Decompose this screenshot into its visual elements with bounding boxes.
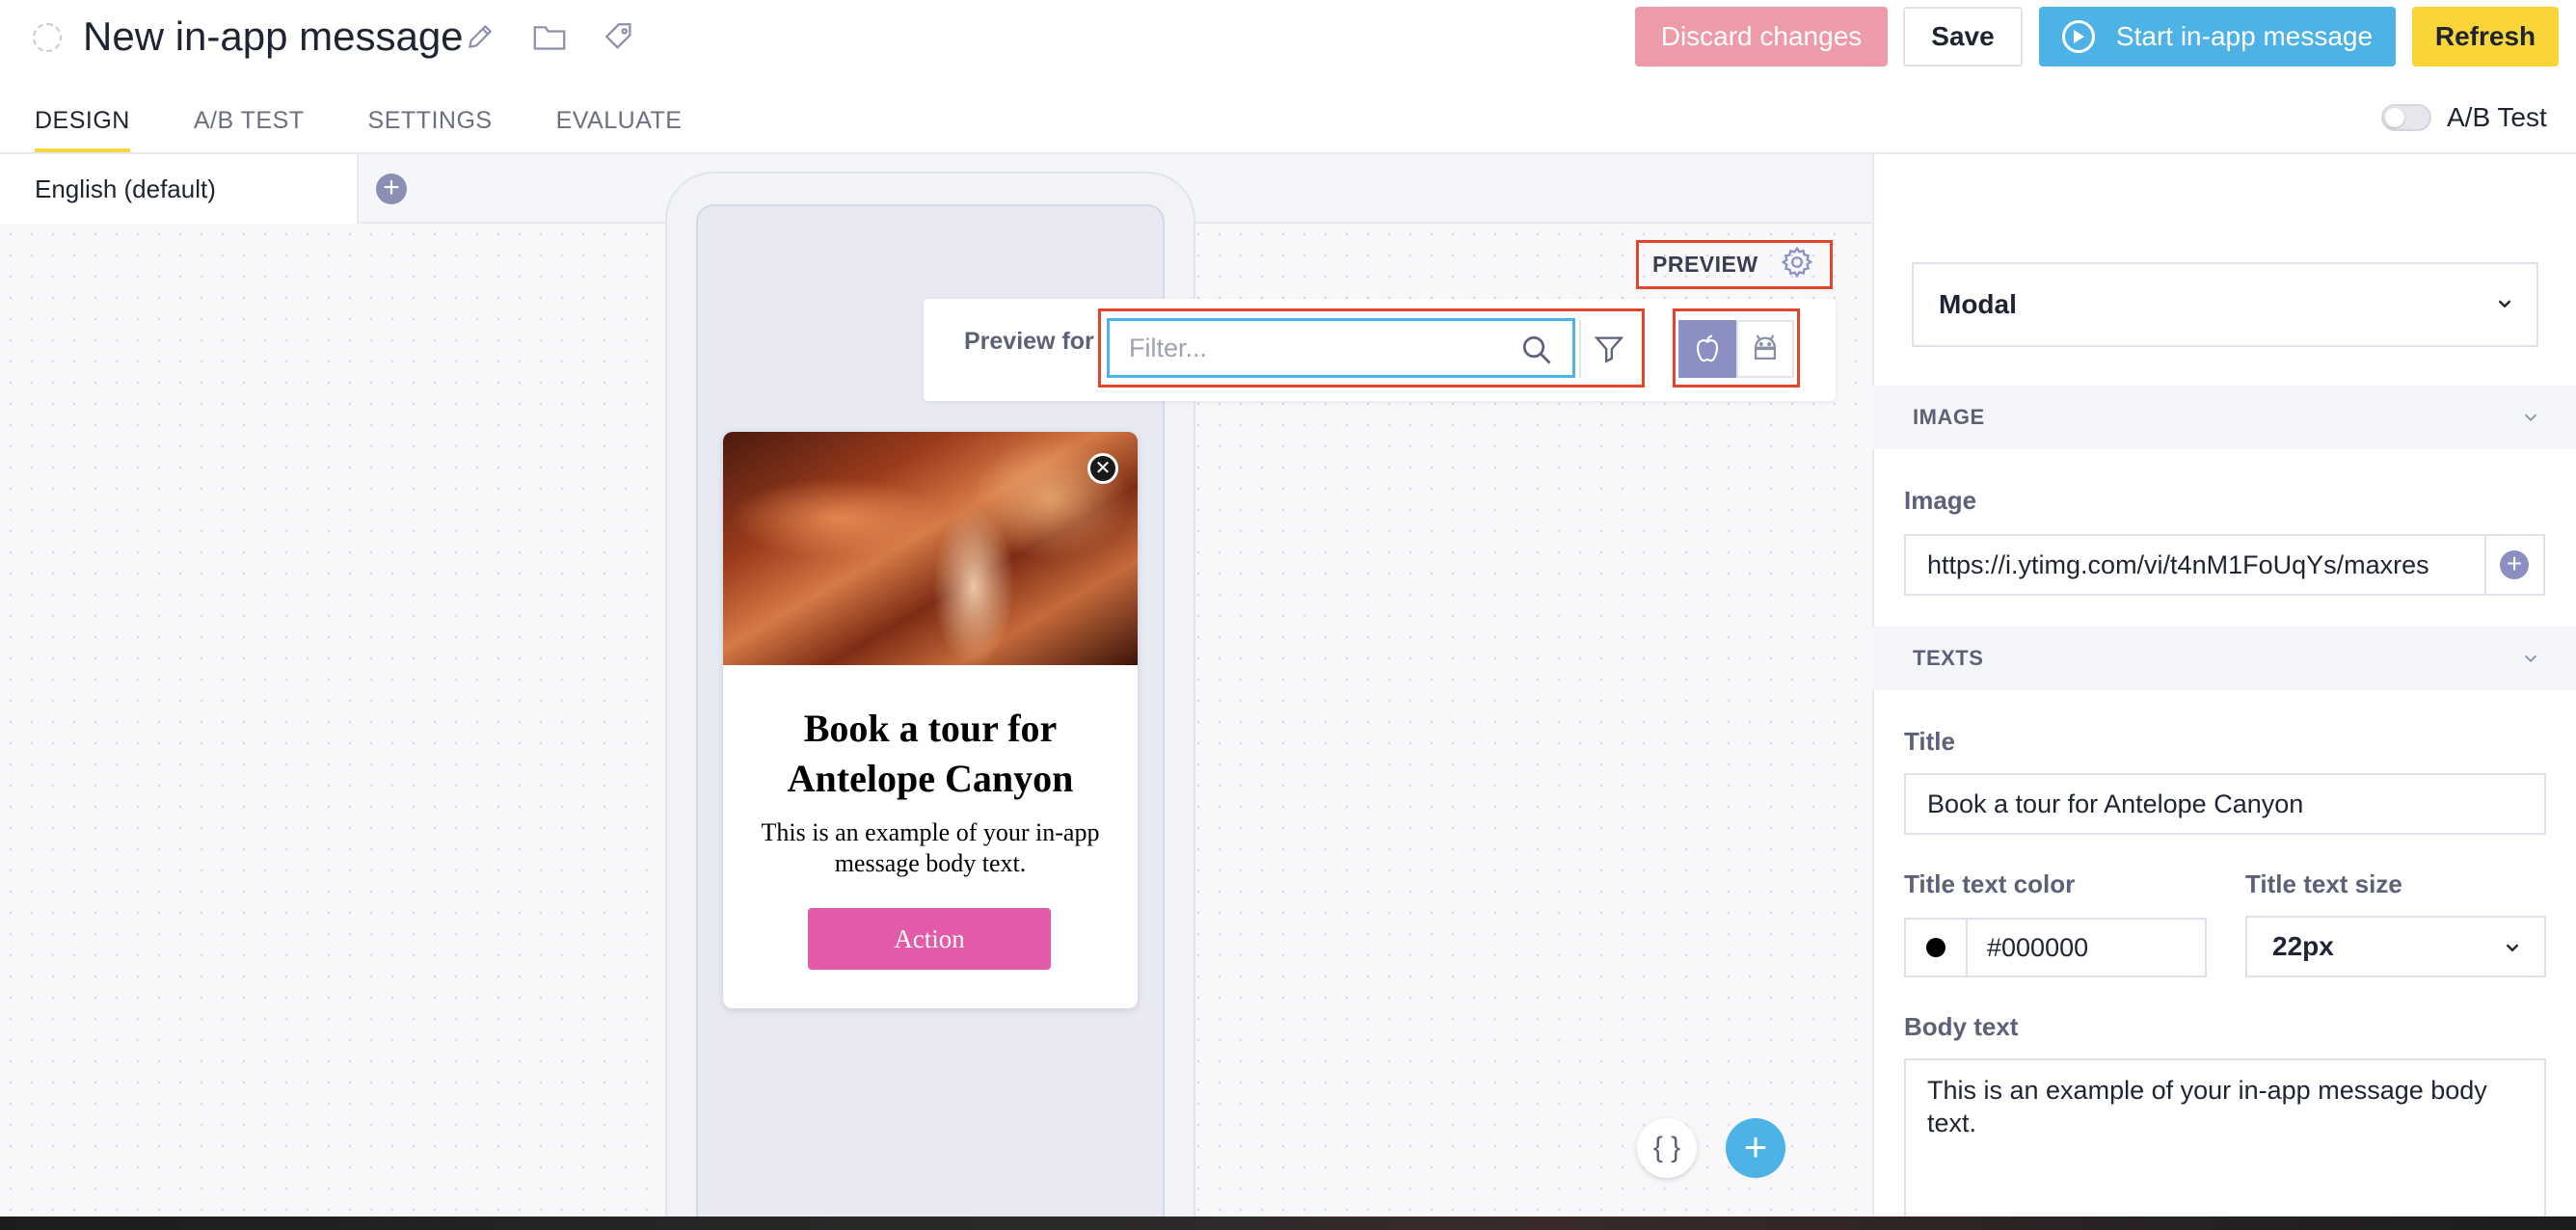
title-color-label: Title text color — [1904, 869, 2076, 898]
image-label: Image — [1904, 486, 1977, 515]
preview-label: PREVIEW — [1652, 252, 1758, 277]
android-icon[interactable] — [1736, 320, 1794, 378]
modal-action-button[interactable]: Action — [808, 908, 1051, 970]
title-label: Title — [1904, 727, 1955, 756]
ab-test-toggle-group: A/B Test — [2381, 102, 2547, 133]
start-label: Start in-app message — [2115, 21, 2374, 51]
add-language-button[interactable]: + — [376, 174, 407, 204]
ab-test-toggle[interactable] — [2381, 104, 2431, 131]
start-in-app-message-button[interactable]: Start in-app message — [2039, 7, 2396, 67]
title-input[interactable]: Book a tour for Antelope Canyon — [1904, 773, 2546, 835]
message-type-value: Modal — [1939, 289, 2017, 319]
discard-changes-button[interactable]: Discard changes — [1635, 7, 1888, 67]
language-tab-english[interactable]: English (default) — [0, 154, 359, 224]
bottom-edge — [0, 1217, 2576, 1230]
image-url-input[interactable]: https://i.ytimg.com/vi/t4nM1FoUqYs/maxre… — [1904, 534, 2486, 596]
tab-settings[interactable]: SETTINGS — [368, 96, 493, 152]
texts-section-header[interactable]: TEXTS — [1872, 627, 2576, 690]
body-text-input[interactable]: This is an example of your in-app messag… — [1904, 1058, 2546, 1222]
chevron-down-icon — [2524, 655, 2537, 663]
title-color-input[interactable]: #000000 — [1966, 918, 2207, 977]
title-size-label: Title text size — [2245, 869, 2402, 898]
modal-body-text[interactable]: This is an example of your in-app messag… — [742, 817, 1118, 879]
close-icon[interactable]: ✕ — [1087, 453, 1118, 484]
search-icon — [1519, 333, 1554, 367]
chevron-down-icon — [2498, 300, 2511, 308]
chevron-down-icon — [2524, 414, 2537, 422]
modal-image[interactable] — [723, 432, 1138, 665]
ab-test-label: A/B Test — [2447, 102, 2547, 132]
status-indicator — [33, 23, 62, 52]
tab-design[interactable]: DESIGN — [35, 96, 130, 152]
apple-icon[interactable] — [1678, 320, 1736, 378]
save-button[interactable]: Save — [1903, 7, 2023, 67]
add-element-button[interactable]: + — [1726, 1118, 1785, 1178]
add-image-button[interactable]: + — [2485, 534, 2545, 596]
code-brackets-icon[interactable]: { } — [1637, 1118, 1697, 1178]
tag-icon[interactable] — [600, 17, 638, 56]
modal-title[interactable]: Book a tour for Antelope Canyon — [742, 704, 1118, 804]
plus-icon: + — [2500, 550, 2529, 579]
chevron-down-icon — [2506, 944, 2519, 952]
texts-section-title: TEXTS — [1913, 646, 1984, 670]
preview-for-label: Preview for — [964, 328, 1094, 355]
funnel-icon[interactable] — [1579, 320, 1637, 378]
body-text-label: Body text — [1904, 1012, 2019, 1041]
image-section-header[interactable]: IMAGE — [1872, 386, 2576, 449]
in-app-modal-preview[interactable]: ✕ Book a tour for Antelope Canyon This i… — [723, 432, 1138, 1008]
pencil-icon[interactable] — [461, 17, 499, 56]
title-color-swatch[interactable] — [1904, 918, 1966, 977]
tab-evaluate[interactable]: EVALUATE — [556, 96, 683, 152]
toggle-knob — [2385, 108, 2404, 127]
image-section-title: IMAGE — [1913, 405, 1985, 429]
tab-ab-test[interactable]: A/B TEST — [194, 96, 305, 152]
folder-icon[interactable] — [530, 17, 569, 56]
filter-input[interactable] — [1107, 318, 1575, 378]
play-icon — [2061, 20, 2095, 53]
color-dot — [1926, 938, 1945, 957]
gear-icon[interactable] — [1780, 245, 1814, 284]
title-size-value: 22px — [2272, 931, 2334, 961]
preview-header: PREVIEW — [1636, 240, 1833, 289]
title-size-select[interactable]: 22px — [2245, 916, 2546, 977]
message-type-select[interactable]: Modal — [1912, 262, 2538, 347]
page-title: New in-app message — [83, 13, 464, 59]
top-header: New in-app message Discard changes Save … — [0, 0, 2576, 154]
main-tabs: DESIGN A/B TEST SETTINGS EVALUATE — [35, 96, 745, 154]
refresh-button[interactable]: Refresh — [2412, 7, 2559, 67]
